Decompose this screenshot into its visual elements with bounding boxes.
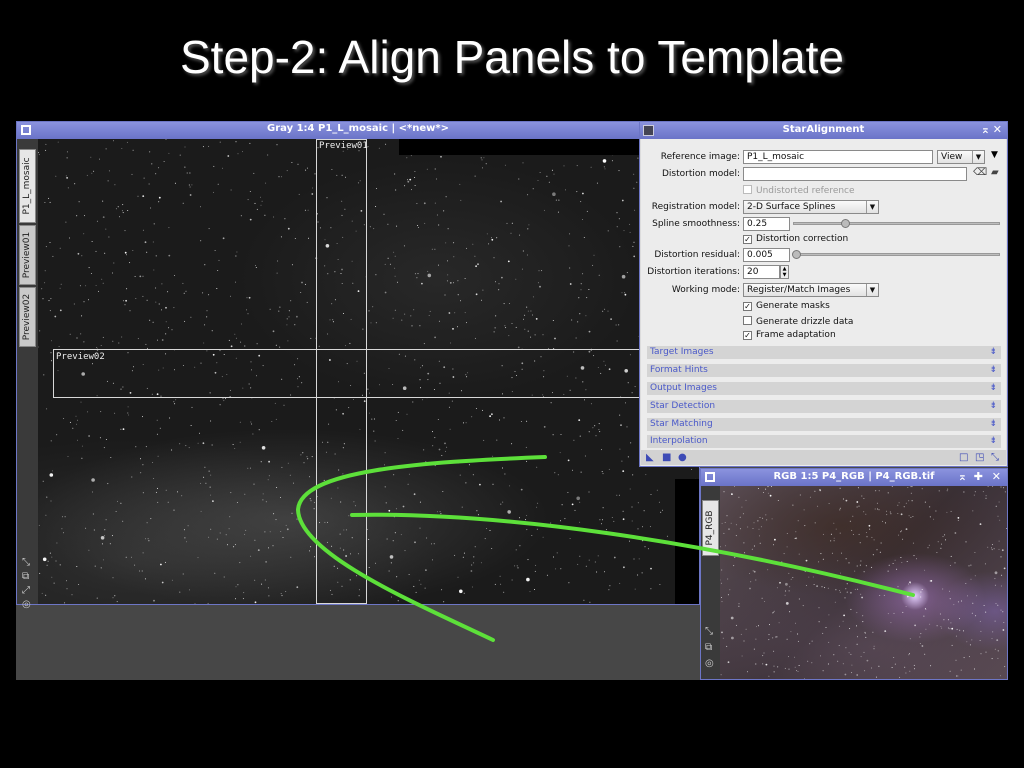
annotation-arrow [295,455,915,642]
slide: Step-2: Align Panels to Template Gray 1:… [0,0,1024,768]
arrow-curve [295,455,547,642]
arrow-line [350,512,915,597]
